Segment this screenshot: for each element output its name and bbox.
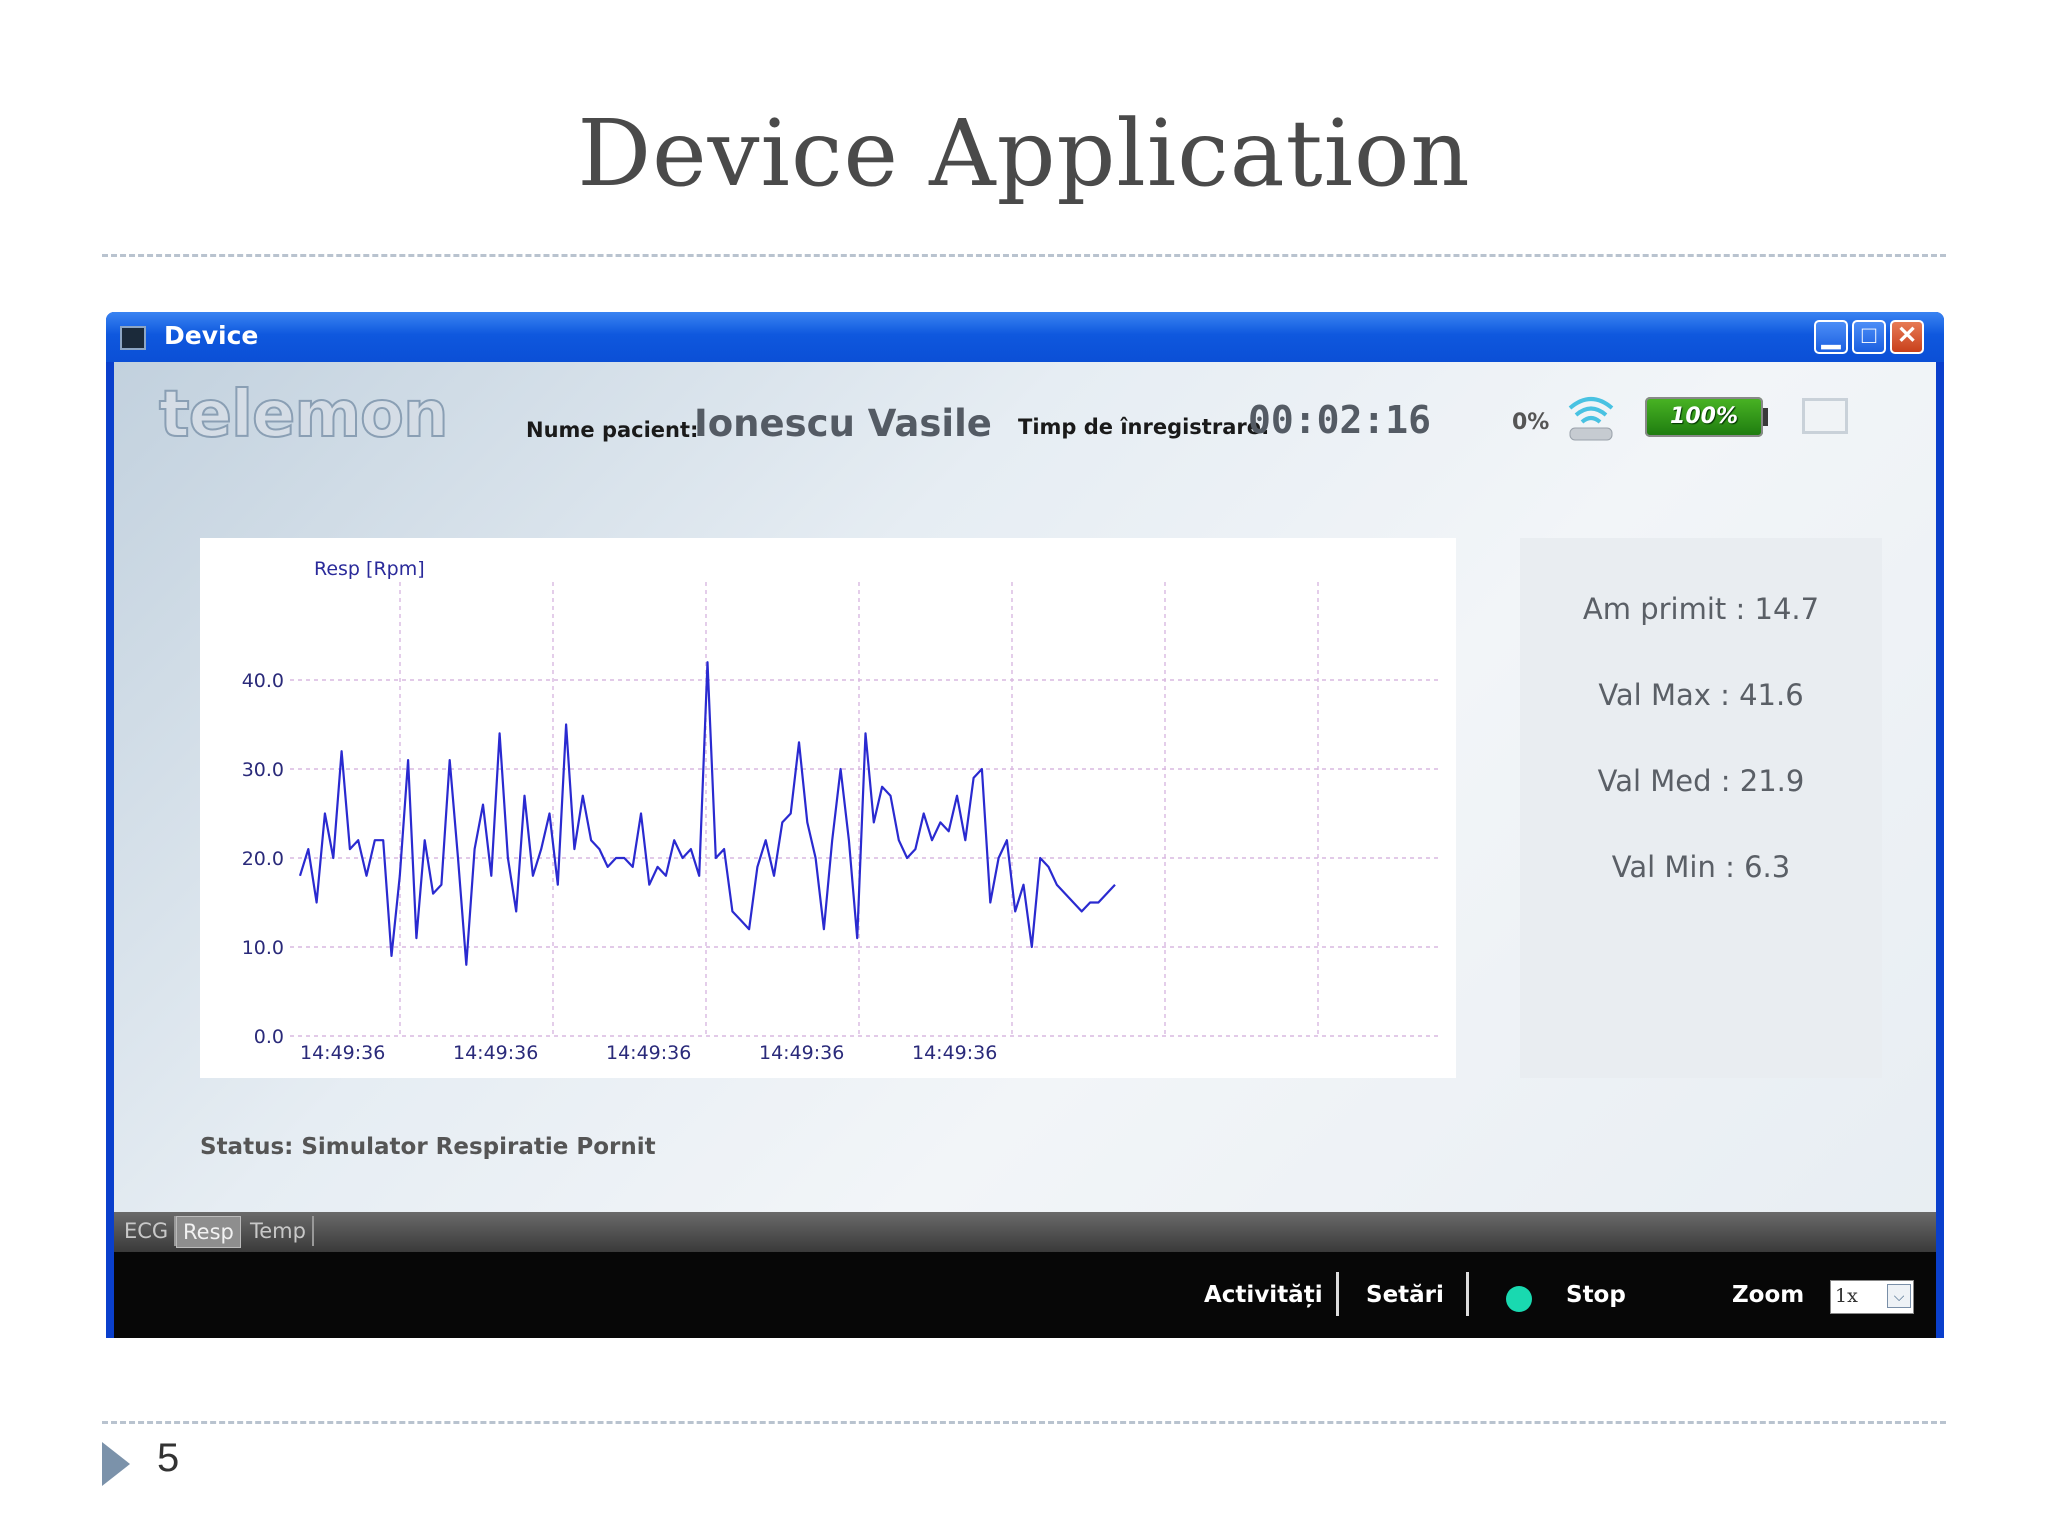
x-tick-label: 14:49:36 <box>453 1042 538 1064</box>
chevron-down-icon[interactable]: ⌵ <box>1887 1284 1911 1308</box>
client-area: telemon Nume pacient: Ionescu Vasile Tim… <box>114 362 1936 1278</box>
separator <box>1336 1272 1339 1316</box>
stats-panel: Am primit : 14.7 Val Max : 41.6 Val Med … <box>1520 538 1882 1078</box>
device-window: Device ▁ □ ✕ telemon Nume pacient: Iones… <box>106 312 1944 1338</box>
tab-resp[interactable]: Resp <box>176 1216 241 1248</box>
maximize-button[interactable]: □ <box>1852 320 1886 354</box>
running-indicator <box>1506 1286 1532 1312</box>
export-icon[interactable] <box>1802 398 1848 434</box>
slide-title: Device Application <box>577 100 1471 207</box>
window-title: Device <box>164 321 259 350</box>
resp-series-line <box>298 661 1116 966</box>
battery-indicator: 100% <box>1645 397 1763 437</box>
resp-chart: 0.0 10.0 20.0 30.0 40.0 Resp [Rpm] 14:49:36 14:… <box>200 538 1456 1078</box>
y-tick-label: 40.0 <box>242 670 284 692</box>
tab-bar: ECG Resp Temp <box>114 1212 1936 1252</box>
x-tick-label: 14:49:36 <box>759 1042 844 1064</box>
signal-percent: 0% <box>1512 410 1550 435</box>
zoom-label: Zoom <box>1732 1282 1805 1308</box>
app-icon <box>120 326 146 350</box>
status-text: Status: Simulator Respiratie Pornit <box>200 1134 656 1160</box>
resp-chart-svg: 0.0 10.0 20.0 30.0 40.0 Resp [Rpm] 14:49:36 14:… <box>242 558 1440 1064</box>
bottom-divider <box>102 1421 1946 1424</box>
battery-tip <box>1763 408 1768 426</box>
stat-min: Val Min : 6.3 <box>1611 850 1791 884</box>
telemon-logo: telemon <box>158 377 450 453</box>
tab-temp[interactable]: Temp <box>244 1216 314 1246</box>
slide-marker-icon <box>102 1442 130 1486</box>
x-tick-label: 14:49:36 <box>912 1042 997 1064</box>
title-bar[interactable]: Device ▁ □ ✕ <box>106 312 1944 362</box>
y-tick-label: 10.0 <box>242 937 284 959</box>
page-number: 5 <box>157 1436 180 1480</box>
stop-button[interactable]: Stop <box>1566 1282 1626 1308</box>
wifi-icon <box>1568 397 1614 441</box>
tab-ecg[interactable]: ECG <box>118 1216 177 1246</box>
activities-button[interactable]: Activități <box>1204 1282 1323 1308</box>
bottom-toolbar: Activități Setări Stop Zoom 1x ⌵ <box>114 1252 1936 1338</box>
zoom-select[interactable]: 1x ⌵ <box>1830 1280 1914 1314</box>
top-divider <box>102 254 1946 257</box>
x-tick-label: 14:49:36 <box>606 1042 691 1064</box>
close-button[interactable]: ✕ <box>1890 320 1924 354</box>
stat-med: Val Med : 21.9 <box>1597 764 1805 798</box>
separator <box>1466 1272 1469 1316</box>
y-tick-label: 30.0 <box>242 759 284 781</box>
patient-label: Nume pacient: <box>526 418 699 442</box>
recording-time-label: Timp de înregistrare: <box>1018 415 1270 439</box>
patient-name: Ionescu Vasile <box>694 402 992 445</box>
y-tick-label: 0.0 <box>254 1026 284 1048</box>
zoom-value: 1x <box>1835 1285 1858 1307</box>
y-tick-label: 20.0 <box>242 848 284 870</box>
stat-received: Am primit : 14.7 <box>1582 592 1820 626</box>
y-axis-label: Resp [Rpm] <box>314 558 425 580</box>
settings-button[interactable]: Setări <box>1366 1282 1444 1308</box>
recording-time-value: 00:02:16 <box>1248 398 1432 442</box>
minimize-button[interactable]: ▁ <box>1814 320 1848 354</box>
stat-max: Val Max : 41.6 <box>1598 678 1804 712</box>
x-tick-label: 14:49:36 <box>300 1042 385 1064</box>
